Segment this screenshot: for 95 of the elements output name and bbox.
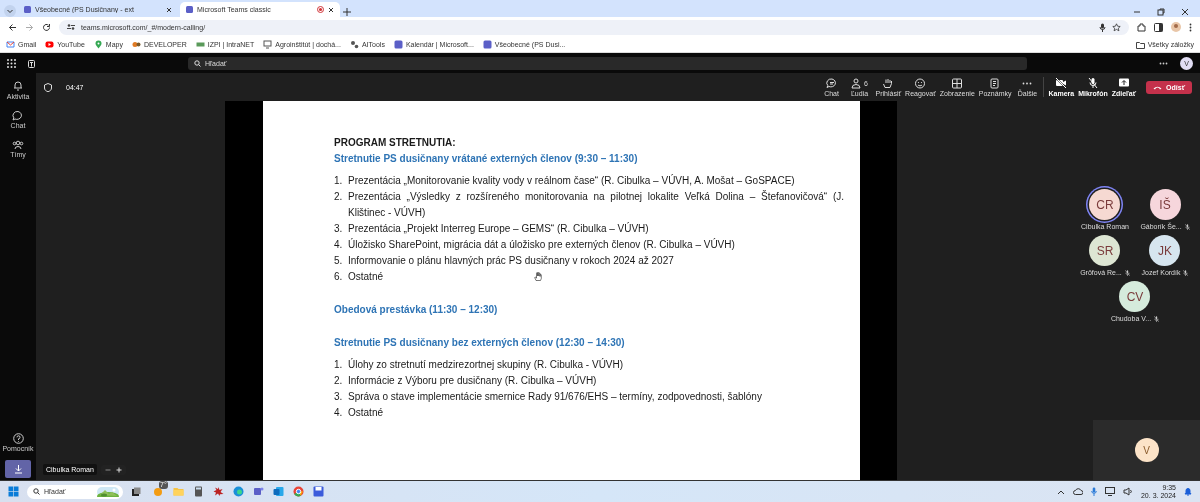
site-info-icon (67, 23, 75, 31)
reload-icon[interactable] (42, 22, 51, 32)
microphone-icon[interactable] (1099, 22, 1106, 32)
participant-avatar[interactable]: JK (1149, 235, 1181, 266)
list-number: 6. (334, 270, 343, 284)
task-view-icon[interactable] (131, 486, 141, 497)
microphone-off-icon (1086, 77, 1099, 89)
agenda-item: Prezentácia „Projekt Interreg Europe – GEMS“ (R. Cibulka – VÚVH) (348, 221, 649, 236)
chrome-icon[interactable] (293, 486, 304, 497)
list-number: 2. (334, 190, 343, 204)
share-icon (1117, 77, 1130, 89)
notes-icon (989, 77, 1002, 89)
layout-icon (951, 77, 964, 89)
agenda-item: Správa o stave implementácie smernice Rady 91/676/EHS – termíny, zodpovednosti, šablóny (348, 390, 762, 404)
chevron-up-icon[interactable] (1056, 488, 1065, 495)
list-number: 3. (334, 390, 343, 404)
start-icon[interactable] (8, 486, 19, 497)
agenda-item: Ostatné (348, 270, 384, 284)
shield-icon (44, 82, 52, 92)
list-number: 4. (334, 406, 343, 420)
agenda-item: Úlohy zo stretnutí medzirezortnej skupiny (R. Cibulka - VÚVH) (348, 357, 624, 372)
microphone-off-icon (1124, 269, 1130, 276)
chat-icon (12, 110, 24, 121)
participant-avatar[interactable]: IŠ (1149, 189, 1181, 220)
agenda-item: Úložisko SharePoint, migrácia dát a úložisko pre externých členov (R. Cibulka – VÚVH) (348, 237, 735, 252)
section-heading: Stretnutie PS dusičnany bez externých členov (12:30 – 14:30) (334, 336, 626, 350)
bookmark-icon (349, 40, 359, 49)
bookmark-star-icon[interactable] (1112, 22, 1121, 32)
agenda-item: Informovanie o plánu hlavných prác PS dusičnany v rokoch 2024 až 2027 (348, 254, 674, 268)
bookmark-icon (482, 40, 492, 49)
user-avatar: V (1134, 438, 1159, 462)
section-heading: Obedová prestávka (11:30 – 12:30) (334, 303, 499, 317)
app-launcher-icon[interactable] (7, 58, 16, 68)
bell-icon[interactable] (1184, 487, 1192, 496)
close-icon[interactable] (1180, 7, 1190, 17)
zoom-in-icon[interactable] (115, 466, 122, 473)
extensions-icon[interactable] (1137, 22, 1146, 32)
restore-icon[interactable] (1156, 7, 1166, 17)
download-icon (13, 464, 23, 474)
help-icon (12, 433, 24, 444)
bookmark-icon (6, 40, 15, 49)
hand-cursor-icon (534, 272, 542, 281)
side-panel-icon[interactable] (1154, 22, 1163, 32)
camera-off-icon (1055, 77, 1068, 89)
bookmark-icon (131, 40, 141, 49)
more-icon[interactable] (1189, 22, 1192, 32)
document-title: PROGRAM STRETNUTIA: (334, 136, 457, 150)
bookmark-icon (45, 40, 55, 49)
new-tab-icon[interactable] (342, 7, 352, 17)
microphone-off-icon (1184, 223, 1190, 230)
search-icon (194, 59, 201, 67)
bookmark-icon (393, 40, 403, 49)
smiley-icon (914, 77, 927, 89)
bookmark-icon (195, 40, 205, 49)
more-icon[interactable] (1159, 61, 1168, 65)
phone-hangup-icon (1153, 84, 1163, 90)
download-button[interactable] (5, 460, 31, 478)
close-icon[interactable] (328, 6, 334, 13)
microphone-off-icon (1154, 315, 1160, 322)
weather-icon[interactable] (153, 486, 164, 497)
agenda-item: Ostatné (348, 406, 384, 420)
close-icon[interactable] (166, 6, 172, 13)
list-number: 3. (334, 222, 343, 236)
bookmark-icon (93, 40, 103, 49)
cloud-icon[interactable] (1072, 488, 1083, 495)
list-number: 1. (334, 174, 343, 188)
list-number: 2. (334, 374, 343, 388)
chat-icon (825, 77, 838, 89)
participant-avatar[interactable]: CV (1119, 281, 1151, 312)
participant-avatar[interactable]: CR (1089, 189, 1121, 220)
profile-avatar-icon[interactable] (1171, 22, 1181, 32)
list-number: 5. (334, 254, 343, 268)
paint-splat-icon[interactable] (213, 486, 224, 497)
agenda-item: Informácie z Výboru pre dusičnany (R. Cibulka – VÚVH) (348, 373, 597, 388)
recording-icon (317, 6, 324, 13)
monitor-icon[interactable] (1104, 487, 1115, 496)
people-icon (12, 139, 24, 150)
list-number: 1. (334, 358, 343, 372)
agenda-item: Prezentácia „Výsledky z rozšíreného monitorovania na pilotnej lokalite Veľká Dolina – Štefanovičová“ (J. Klištinec - VÚVH) (348, 189, 844, 220)
teams-logo-icon (28, 58, 36, 68)
back-icon[interactable] (8, 22, 17, 32)
calculator-icon[interactable] (193, 486, 204, 497)
search-icon (33, 488, 40, 495)
section-heading: Stretnutie PS dusičnany vrátané externých členov (9:30 – 11:30) (334, 152, 639, 166)
microphone-off-icon (1183, 269, 1189, 276)
speaker-icon[interactable] (1122, 487, 1133, 496)
list-number: 4. (334, 238, 343, 252)
agenda-item: Prezentácia „Monitorovanie kvality vody v reálnom čase“ (R. Cibulka – VÚVH, A. Mošat – GoSPACE) (348, 173, 795, 188)
hand-icon (882, 77, 895, 89)
folder-icon (1135, 40, 1145, 49)
bookmark-icon (263, 40, 273, 49)
bell-icon (12, 81, 24, 92)
participant-avatar[interactable]: SR (1089, 235, 1121, 266)
person-icon (851, 77, 864, 89)
tab-menu-icon[interactable] (4, 5, 16, 17)
